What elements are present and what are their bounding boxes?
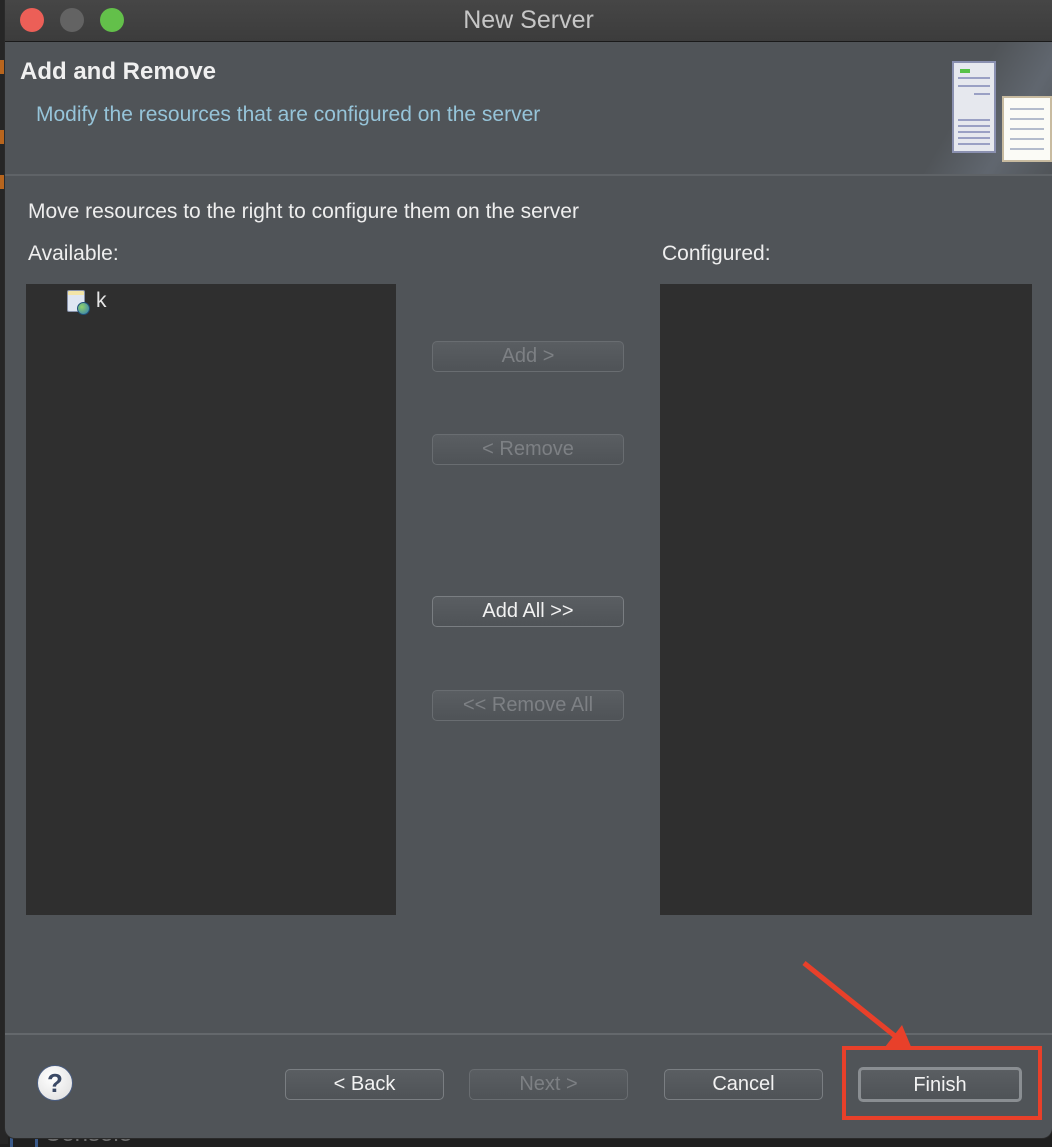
available-label: Available: xyxy=(28,242,119,265)
list-item[interactable]: k xyxy=(66,286,107,316)
web-project-icon xyxy=(66,288,90,315)
document-icon xyxy=(1002,96,1052,162)
cancel-button[interactable]: Cancel xyxy=(664,1069,823,1100)
back-button[interactable]: < Back xyxy=(285,1069,444,1100)
add-all-button[interactable]: Add All >> xyxy=(432,596,624,627)
window-title: New Server xyxy=(463,6,594,34)
new-server-dialog: New Server Add and Remove Modify the res… xyxy=(5,0,1052,1138)
next-button[interactable]: Next > xyxy=(469,1069,628,1100)
background-code-fragment xyxy=(0,130,4,144)
title-bar: New Server xyxy=(5,0,1052,42)
instruction-text: Move resources to the right to configure… xyxy=(28,200,579,223)
background-code-fragment xyxy=(0,175,4,189)
configured-resources-list[interactable] xyxy=(660,284,1032,915)
resource-label: k xyxy=(96,289,107,312)
help-icon[interactable]: ? xyxy=(37,1065,73,1101)
remove-button[interactable]: < Remove xyxy=(432,434,624,465)
available-resources-list[interactable]: k xyxy=(26,284,396,915)
remove-all-button[interactable]: << Remove All xyxy=(432,690,624,721)
page-title: Add and Remove xyxy=(20,58,217,85)
background-code-fragment xyxy=(0,60,4,74)
server-tower-icon xyxy=(952,61,996,153)
wizard-banner: Add and Remove Modify the resources that… xyxy=(5,42,1052,176)
server-wizard-banner-icon xyxy=(912,42,1052,174)
page-description: Modify the resources that are configured… xyxy=(36,103,541,126)
configured-label: Configured: xyxy=(662,242,771,265)
footer-divider xyxy=(5,1033,1052,1035)
finish-button[interactable]: Finish xyxy=(858,1067,1022,1102)
add-button[interactable]: Add > xyxy=(432,341,624,372)
